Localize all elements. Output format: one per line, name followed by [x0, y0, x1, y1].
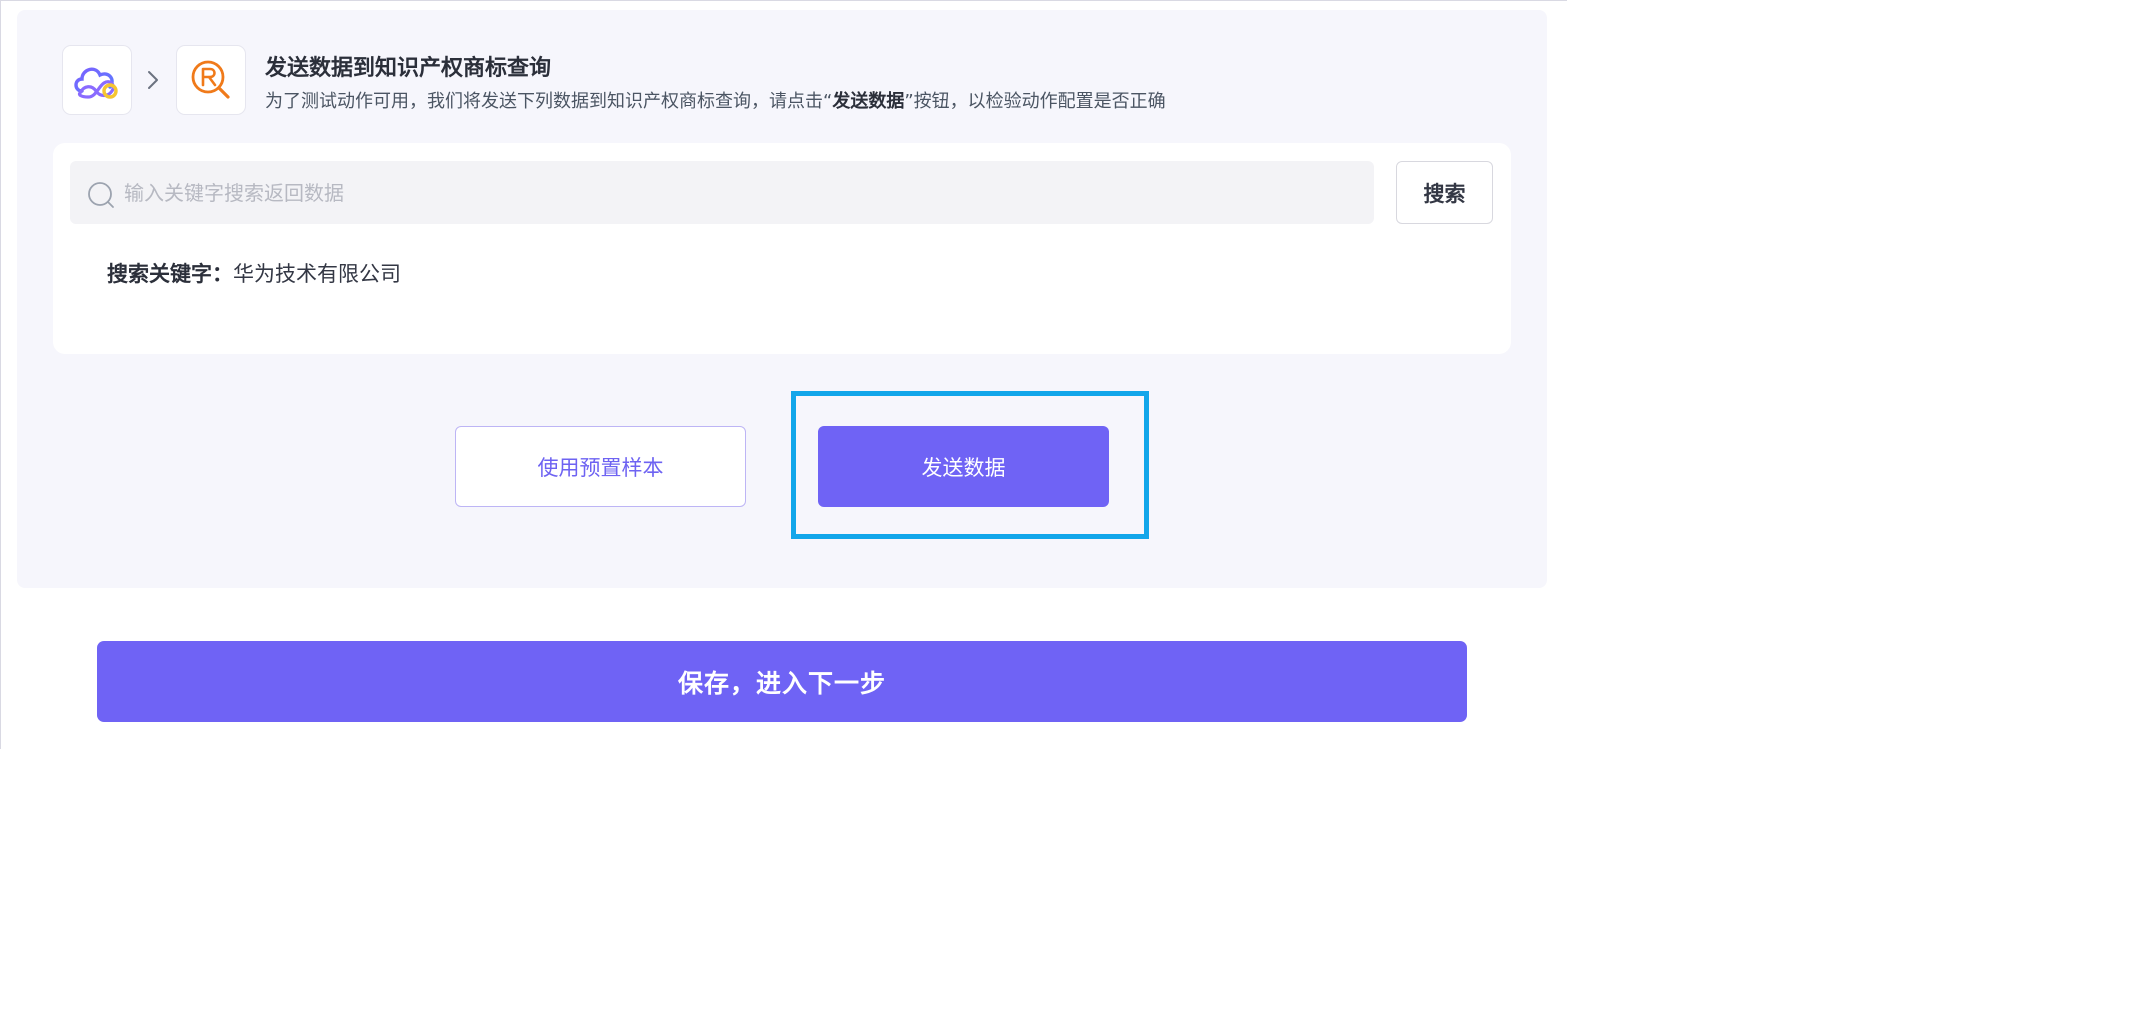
- use-sample-button[interactable]: 使用预置样本: [455, 426, 746, 507]
- search-input[interactable]: [124, 161, 1364, 224]
- chevron-right-icon: [148, 71, 158, 89]
- keyword-field: 搜索关键字：华为技术有限公司: [107, 258, 401, 288]
- target-app-icon: [176, 45, 246, 115]
- keyword-label: 搜索关键字：: [107, 262, 233, 286]
- keyword-value: 华为技术有限公司: [233, 262, 401, 286]
- subtitle-text-bold: 发送数据: [832, 91, 905, 112]
- subtitle-text-before: 为了测试动作可用，我们将发送下列数据到知识产权商标查询，请点击“: [265, 91, 833, 112]
- send-data-button[interactable]: 发送数据: [818, 426, 1109, 507]
- cloud-connector-icon: [74, 67, 118, 99]
- page-subtitle: 为了测试动作可用，我们将发送下列数据到知识产权商标查询，请点击“发送数据”按钮，…: [265, 87, 1166, 113]
- search-icon: [88, 182, 114, 208]
- page-title: 发送数据到知识产权商标查询: [265, 56, 552, 81]
- search-button[interactable]: 搜索: [1396, 161, 1493, 224]
- source-app-icon: [62, 45, 132, 115]
- registered-trademark-search-icon: [191, 60, 230, 99]
- subtitle-text-after: ”按钮，以检验动作配置是否正确: [904, 91, 1166, 112]
- save-next-button[interactable]: 保存，进入下一步: [97, 641, 1467, 722]
